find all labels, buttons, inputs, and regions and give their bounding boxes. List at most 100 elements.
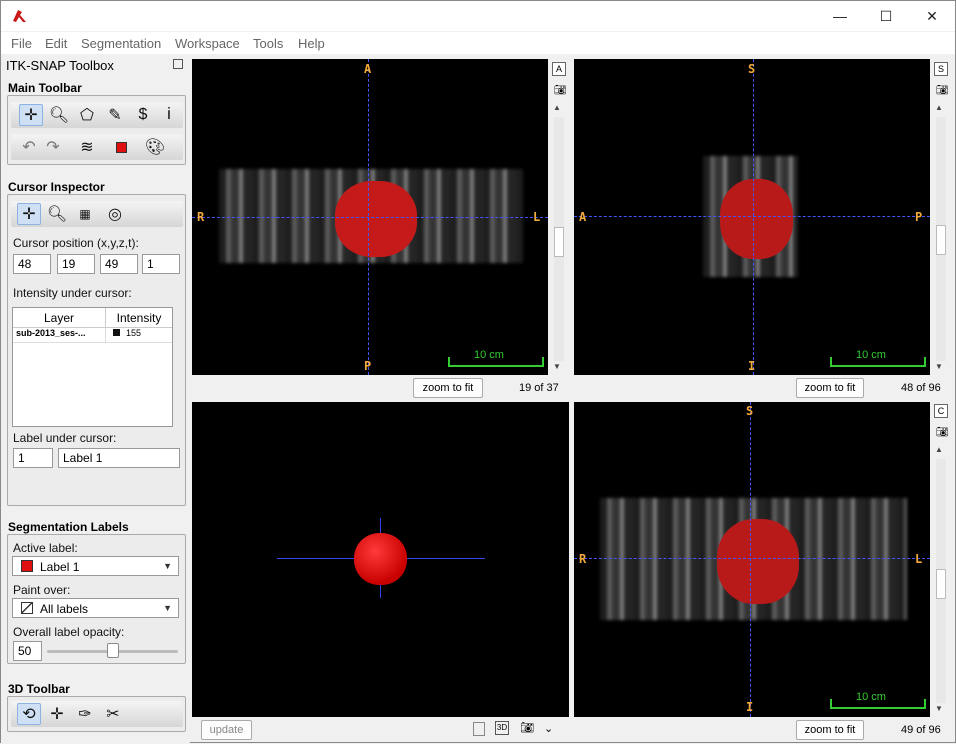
3d-camera-icon[interactable]: 📷︎ [520,721,534,734]
palette-icon[interactable]: 🎨︎ [143,136,167,158]
sagittal-crosshair-v [753,59,754,375]
spray-icon[interactable]: ✑ [73,703,97,725]
scalpel-icon[interactable]: ✂ [101,703,125,725]
coronal-slice-counter: 49 of 96 [901,724,941,736]
all-labels-swatch [21,602,33,614]
redo-icon[interactable]: ↷ [41,136,65,158]
axial-layout-button[interactable]: A [552,62,566,76]
minimize-button[interactable]: — [817,1,863,31]
toolbox-title: ITK-SNAP Toolbox [6,58,114,73]
sagittal-zoom-to-fit-button[interactable]: zoom to fit [796,378,864,398]
sagittal-viewport[interactable]: S I A P 10 cm [574,59,930,375]
edit-tools-row: ↶ ↷ ≋ 🎨︎ [11,134,183,160]
layer-column-header[interactable]: Layer [13,308,106,328]
opacity-slider-handle[interactable] [106,643,119,658]
cursor-t-field[interactable]: 1 [142,254,180,274]
coronal-layout-button[interactable]: C [934,404,948,418]
sagittal-bottom-label: I [748,359,756,373]
menu-file[interactable]: File [11,36,32,51]
layers-icon[interactable]: ≋ [75,136,99,158]
title-bar: — ☐ ✕ [1,1,955,31]
paint-over-dropdown[interactable]: All labels ▼ [12,598,179,618]
label-name-field[interactable]: Label 1 [58,448,180,468]
menu-help[interactable]: Help [298,36,325,51]
polygon-tool-icon[interactable]: ⬠ [75,104,99,126]
3d-chevron-down-icon[interactable]: ⌄ [544,722,553,735]
grid-tab-icon[interactable]: ▦ [73,203,97,225]
axial-side-strip: A 📷︎ ▲ ▼ [549,59,569,375]
camera-icon[interactable]: 📷︎ [936,427,949,438]
axial-right-label: L [533,210,541,224]
paintbrush-tool-icon[interactable]: ✎ [103,104,127,126]
snake-tool-icon[interactable]: $ [131,104,155,126]
axial-viewport[interactable]: A P R L 10 cm [192,59,548,375]
rotate-3d-icon[interactable]: ⟲ [17,703,41,725]
label-color-icon[interactable] [109,136,133,158]
3d-reset-view-icon[interactable] [473,722,485,736]
annotation-tool-icon[interactable]: Ꭵ [157,104,181,126]
scalpel-crosshair-icon[interactable]: ✛ [45,703,69,725]
active-label-swatch [21,560,33,572]
coronal-scroll-thumb[interactable] [936,569,946,599]
coronal-viewport[interactable]: S I R L 10 cm [574,402,930,717]
main-toolbar-heading: Main Toolbar [8,81,88,96]
menu-edit[interactable]: Edit [45,36,67,51]
3d-mode-button[interactable]: 3D [495,721,509,735]
crosshair-tool-icon[interactable]: ✛ [19,104,43,126]
axial-left-label: R [197,210,205,224]
cursor-inspector-tab-icon[interactable]: ✛ [17,203,41,225]
opacity-label: Overall label opacity: [13,625,125,639]
camera-icon[interactable]: 📷︎ [554,85,567,96]
active-label-value: Label 1 [40,560,80,574]
scroll-up-icon[interactable]: ▲ [935,103,943,112]
layer-cell[interactable]: sub-2013_ses-... [13,328,106,343]
intensity-table[interactable]: Layer Intensity sub-2013_ses-... 155 [12,307,173,427]
axial-scroll-thumb[interactable] [554,227,564,257]
axial-scalebar [448,357,544,367]
axial-zoom-to-fit-button[interactable]: zoom to fit [413,378,483,398]
paint-over-label: Paint over: [13,583,71,597]
sagittal-layout-button[interactable]: S [934,62,948,76]
sagittal-slice-scrollbar[interactable] [936,117,946,361]
coronal-zoom-to-fit-button[interactable]: zoom to fit [796,720,864,740]
opacity-field[interactable]: 50 [13,641,42,661]
undo-icon[interactable]: ↶ [17,136,41,158]
close-button[interactable]: ✕ [909,1,955,31]
coronal-scalebar [830,699,926,709]
maximize-button[interactable]: ☐ [863,1,909,31]
menu-segmentation[interactable]: Segmentation [81,36,161,51]
segmentation-labels-heading: Segmentation Labels [8,520,135,535]
cursor-x-field[interactable]: 48 [13,254,51,274]
zoom-inspector-tab-icon[interactable]: 🔍︎ [45,203,69,225]
cursor-y-field[interactable]: 19 [57,254,95,274]
intensity-column-header[interactable]: Intensity [106,308,172,328]
intensity-value: 155 [126,328,142,338]
menu-workspace[interactable]: Workspace [175,36,240,51]
sagittal-right-label: P [915,210,923,224]
scroll-up-icon[interactable]: ▲ [553,103,561,112]
menu-tools[interactable]: Tools [253,36,283,51]
label-id-field[interactable]: 1 [13,448,53,468]
sagittal-slice-counter: 48 of 96 [901,382,941,394]
network-tab-icon[interactable]: ◎ [103,203,127,225]
paint-over-value: All labels [40,602,89,616]
intensity-cell[interactable]: 155 [106,328,172,343]
coronal-right-label: L [915,552,923,566]
itk-snap-window: — ☐ ✕ File Edit Segmentation Workspace T… [0,0,956,744]
scroll-down-icon[interactable]: ▼ [935,362,943,371]
active-label-dropdown[interactable]: Label 1 ▼ [12,556,179,576]
cursor-z-field[interactable]: 49 [100,254,138,274]
sagittal-scroll-thumb[interactable] [936,225,946,255]
undock-icon[interactable] [173,59,183,69]
coronal-slice-scrollbar[interactable] [936,459,946,703]
3d-viewport[interactable] [192,402,569,717]
3d-update-button[interactable]: update [201,720,252,740]
toolbox-panel: ITK-SNAP Toolbox Main Toolbar ✛ 🔍︎ ⬠ ✎ $… [1,55,190,744]
scroll-down-icon[interactable]: ▼ [935,704,943,713]
main-tools-row: ✛ 🔍︎ ⬠ ✎ $ Ꭵ [11,102,183,128]
axial-slice-scrollbar[interactable] [554,117,564,361]
zoom-tool-icon[interactable]: 🔍︎ [47,104,71,126]
scroll-up-icon[interactable]: ▲ [935,445,943,454]
camera-icon[interactable]: 📷︎ [936,85,949,96]
scroll-down-icon[interactable]: ▼ [553,362,561,371]
